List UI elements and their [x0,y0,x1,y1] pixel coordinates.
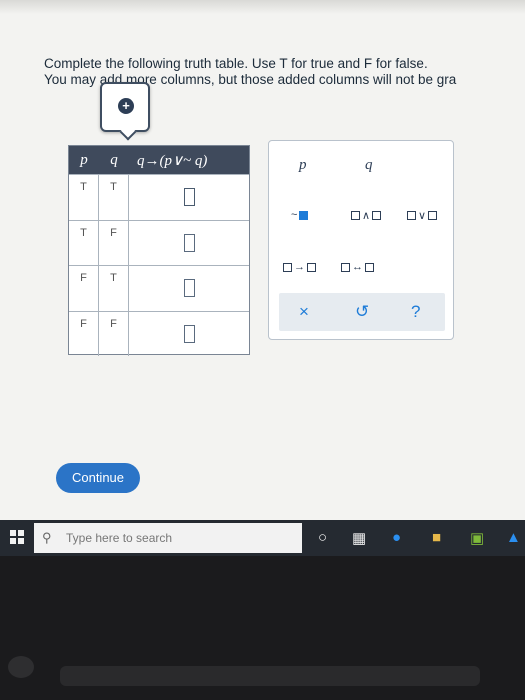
header-q: q [110,151,118,168]
plus-circle-icon[interactable]: + [118,98,134,114]
taskbar-search[interactable]: ⚲ Type here to search [34,523,302,553]
cell-p: T [69,220,99,265]
store-icon[interactable]: ▣ [470,529,484,547]
cell-q: T [99,175,129,220]
palette-var-q[interactable]: q [365,157,373,174]
add-column-popup[interactable]: + [100,82,150,141]
answer-input[interactable] [183,188,195,207]
search-icon: ⚲ [42,530,52,545]
edge-icon[interactable]: ● [392,529,401,547]
bezel-button [8,656,34,678]
not-symbol: ~ [291,209,298,221]
search-placeholder: Type here to search [66,531,173,545]
truth-table: p q q→(p∨~ q) T T T F F T F F [68,145,250,357]
mail-icon[interactable]: ▲ [506,529,521,547]
answer-cell [129,221,249,266]
top-shadow [0,0,525,14]
or-symbol: ∨ [418,210,427,222]
answer-cell [129,266,249,311]
or-button[interactable]: ∨ [407,209,438,222]
cell-q: T [99,266,129,311]
clear-icon[interactable]: × [299,302,309,322]
and-symbol: ∧ [362,210,371,222]
cell-p: T [69,175,99,220]
answer-cell [129,312,249,357]
undo-icon[interactable]: ↺ [355,302,369,322]
cell-p: F [69,266,99,311]
iff-button[interactable]: ↔ [341,261,374,273]
continue-button[interactable]: Continue [56,463,140,493]
windows-taskbar: ⚲ Type here to search ○ ▦ ● ■ ▣ ▲ [0,520,525,556]
header-p: p [80,151,88,168]
popup-tail [119,123,137,141]
cell-p: F [69,311,99,356]
task-view-icon[interactable]: ▦ [352,529,366,547]
placeholder-box-icon [307,262,316,272]
table-row: T T [69,174,249,220]
instruction-line-1: Complete the following truth table. Use … [44,56,428,71]
answer-input[interactable] [183,324,195,343]
implies-button[interactable]: → [283,261,316,273]
placeholder-box-icon [372,211,382,220]
placeholder-box-icon [341,262,350,272]
placeholder-box-icon [365,262,374,272]
symbol-palette: p q ~ ∧ ∨ → ↔ × ↺ ? [268,140,454,340]
answer-input[interactable] [183,279,195,298]
palette-var-p[interactable]: p [299,157,307,174]
table-row: F F [69,310,249,357]
and-button[interactable]: ∧ [351,209,382,222]
placeholder-box-icon [428,211,438,220]
placeholder-box-icon [407,211,416,220]
file-explorer-icon[interactable]: ■ [432,529,441,547]
placeholder-box-icon [351,211,360,220]
table-row: T F [69,219,249,266]
browser-screen: Complete the following truth table. Use … [0,0,525,520]
answer-cell [129,175,249,220]
placeholder-box-icon [283,262,292,272]
iff-symbol: ↔ [352,261,363,273]
truth-table-header: p q q→(p∨~ q) [69,146,249,174]
cortana-icon[interactable]: ○ [318,529,327,547]
cell-q: F [99,311,129,356]
answer-input[interactable] [183,233,195,252]
placeholder-box-icon [299,210,309,220]
not-button[interactable]: ~ [291,209,309,221]
palette-actions: × ↺ ? [279,293,445,331]
table-row: F T [69,265,249,311]
windows-start-icon[interactable] [10,530,24,544]
help-icon[interactable]: ? [411,302,420,322]
implies-symbol: → [294,261,305,273]
header-expression: q→(p∨~ q) [137,152,208,169]
cell-q: F [99,220,129,265]
bezel-slot [60,666,480,686]
laptop-bezel [0,556,525,700]
